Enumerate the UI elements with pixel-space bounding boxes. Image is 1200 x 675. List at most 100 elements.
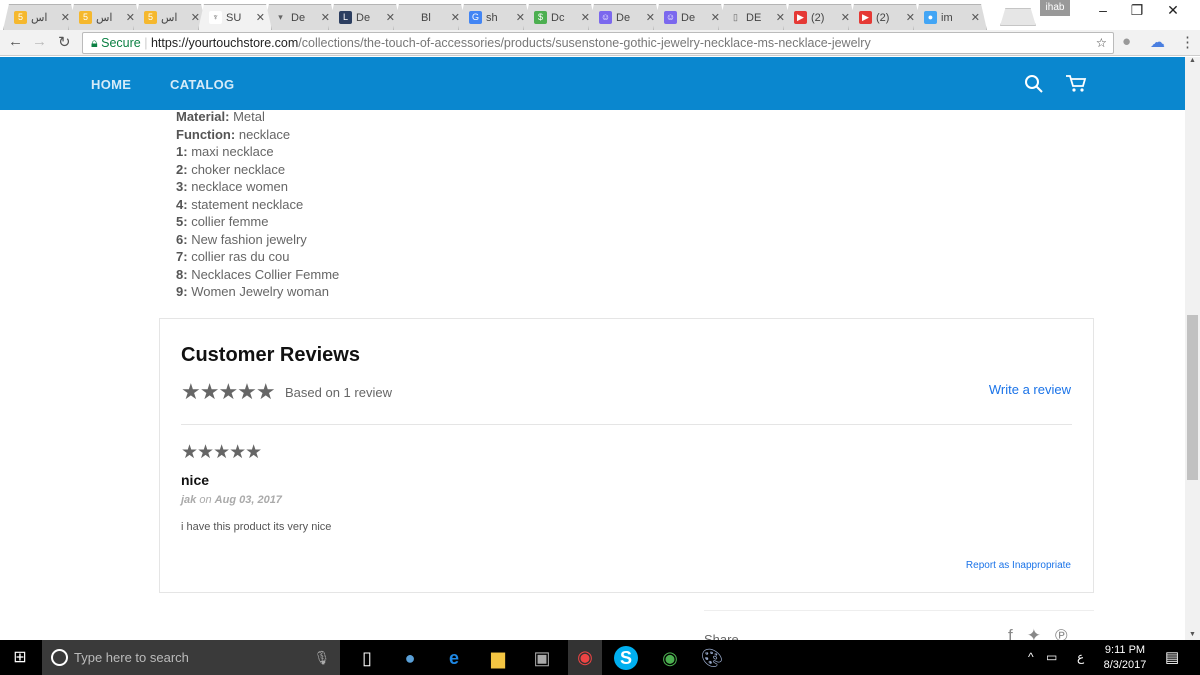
spec-value: necklace women <box>191 179 289 194</box>
divider <box>704 610 1094 611</box>
clock[interactable]: 9:11 PM 8/3/2017 <box>1100 643 1150 673</box>
browser-tab[interactable]: 5 اس ✕ <box>133 4 207 30</box>
close-tab-icon[interactable]: ✕ <box>321 11 330 24</box>
extension-icon[interactable]: ● <box>1122 33 1131 50</box>
browser-tab[interactable]: 5 اس ✕ <box>68 4 142 30</box>
forward-button[interactable]: → <box>32 33 47 50</box>
reload-button[interactable]: ↻ <box>58 33 71 51</box>
close-tab-icon[interactable]: ✕ <box>386 11 395 24</box>
close-tab-icon[interactable]: ✕ <box>646 11 655 24</box>
browser-tab[interactable]: Bl ✕ <box>393 4 467 30</box>
menu-icon[interactable]: ⋮ <box>1180 33 1195 51</box>
pinterest-icon[interactable]: ℗ <box>1055 626 1082 640</box>
browser-tab[interactable]: ▶ (2) ✕ <box>783 4 857 30</box>
tab-title: (2) <box>811 11 825 24</box>
minimize-button[interactable]: – <box>1088 2 1118 24</box>
spec-value: choker necklace <box>191 161 286 177</box>
search-icon[interactable] <box>1024 74 1044 94</box>
browser-tab[interactable]: ▯ DE ✕ <box>718 4 792 30</box>
spec-line: 8: Necklaces Collier Femme <box>176 267 339 282</box>
notifications-icon[interactable]: ▤ <box>1165 648 1179 666</box>
tab-favicon-icon: ● <box>924 11 937 24</box>
close-tab-icon[interactable]: ✕ <box>906 11 915 24</box>
scrollbar[interactable]: ▲ ▼ <box>1185 57 1200 640</box>
close-tab-icon[interactable]: ✕ <box>516 11 525 24</box>
language-indicator[interactable]: ع <box>1077 650 1084 664</box>
spec-value: statement necklace <box>191 196 304 212</box>
taskbar-search[interactable]: Type here to search 🎙︎ <box>42 640 340 675</box>
close-window-button[interactable]: ✕ <box>1158 2 1188 24</box>
tab-title: اس <box>161 12 178 24</box>
paint-icon[interactable]: 🎨︎ <box>700 646 724 670</box>
spec-value: necklace <box>238 126 291 142</box>
cloud-extension-icon[interactable]: ☁ <box>1150 33 1165 51</box>
tab-title: im <box>941 11 953 24</box>
browser-tab[interactable]: Gsh ✕ <box>458 4 532 30</box>
close-tab-icon[interactable]: ✕ <box>191 11 200 24</box>
chrome-icon[interactable]: ◉ <box>568 640 602 675</box>
browser-tab[interactable]: ● im ✕ <box>913 4 987 30</box>
spec-key: 6: <box>176 231 188 247</box>
browser-tab[interactable]: L De ✕ <box>328 4 402 30</box>
spec-line: 9: Women Jewelry woman <box>176 284 329 299</box>
close-tab-icon[interactable]: ✕ <box>971 11 980 24</box>
file-explorer-icon[interactable]: ▆ <box>486 646 510 670</box>
app-icon[interactable]: ▣ <box>530 646 554 670</box>
tray-chevron-icon[interactable]: ^ <box>1028 650 1034 664</box>
spec-key: 4: <box>176 196 188 212</box>
back-button[interactable]: ← <box>8 33 23 50</box>
scroll-down-icon[interactable]: ▼ <box>1185 631 1200 638</box>
task-view-icon[interactable]: ▯ <box>355 646 379 670</box>
profile-button[interactable]: ihab <box>1040 0 1070 16</box>
browser-tab[interactable]: 5 اس ✕ <box>3 4 77 30</box>
review-date: Aug 03, 2017 <box>214 494 282 506</box>
close-tab-icon[interactable]: ✕ <box>256 11 265 24</box>
scrollbar-thumb[interactable] <box>1187 315 1198 480</box>
steam-icon[interactable]: ● <box>398 646 422 670</box>
report-link[interactable]: Report as Inappropriate <box>966 560 1071 571</box>
spec-value: collier ras du cou <box>191 249 290 264</box>
close-tab-icon[interactable]: ✕ <box>61 11 70 24</box>
spec-key: Material: <box>176 110 230 124</box>
tab-title: De <box>291 11 306 24</box>
new-tab-button[interactable] <box>1000 8 1036 26</box>
close-tab-icon[interactable]: ✕ <box>451 11 460 24</box>
chrome-profile-icon[interactable]: ◉ <box>658 646 682 670</box>
browser-tab[interactable]: ☺ De ✕ <box>588 4 662 30</box>
twitter-icon[interactable]: ✦ <box>1027 626 1055 640</box>
close-tab-icon[interactable]: ✕ <box>776 11 785 24</box>
microphone-icon[interactable]: 🎙︎ <box>313 640 330 675</box>
nav-catalog[interactable]: CATALOG <box>170 77 234 92</box>
close-tab-icon[interactable]: ✕ <box>841 11 850 24</box>
close-tab-icon[interactable]: ✕ <box>581 11 590 24</box>
restore-button[interactable]: ❐ <box>1122 2 1152 24</box>
url-host: https://yourtouchstore.com <box>150 36 299 50</box>
browser-tab[interactable]: ♆ SU ✕ <box>198 4 272 30</box>
write-review-link[interactable]: Write a review <box>989 382 1071 397</box>
spec-line: 2: choker necklace <box>176 162 285 177</box>
spec-key: 9: <box>176 284 188 299</box>
spec-line: 7: collier ras du cou <box>176 249 289 264</box>
nav-home[interactable]: HOME <box>91 77 131 92</box>
browser-tab[interactable]: ▶ (2) ✕ <box>848 4 922 30</box>
edge-icon[interactable]: e <box>442 646 466 670</box>
close-tab-icon[interactable]: ✕ <box>126 11 135 24</box>
browser-tab[interactable]: $ Dc ✕ <box>523 4 597 30</box>
close-tab-icon[interactable]: ✕ <box>711 11 720 24</box>
address-bar[interactable]: 🔒︎ Secure | https://yourtouchstore.com/c… <box>82 32 1114 54</box>
network-icon[interactable]: ▭ <box>1046 650 1057 664</box>
tab-favicon-icon: 5 <box>144 11 157 24</box>
facebook-icon[interactable]: f <box>1008 626 1027 640</box>
scroll-up-icon[interactable]: ▲ <box>1185 57 1200 64</box>
bookmark-star-icon[interactable]: ☆ <box>1096 33 1107 53</box>
windows-start-icon[interactable]: ⊞ <box>8 646 32 670</box>
cart-icon[interactable] <box>1065 74 1087 94</box>
browser-tab[interactable]: ▾ De ✕ <box>263 4 337 30</box>
spec-line: 1: maxi necklace <box>176 144 274 159</box>
tab-title: Bl <box>421 11 431 24</box>
skype-icon[interactable]: S <box>614 646 638 670</box>
reviews-title: Customer Reviews <box>181 344 360 366</box>
spec-line: 6: New fashion jewelry <box>176 232 307 247</box>
spec-value: Necklaces Collier Femme <box>191 266 340 282</box>
browser-tab[interactable]: ☺ De ✕ <box>653 4 727 30</box>
